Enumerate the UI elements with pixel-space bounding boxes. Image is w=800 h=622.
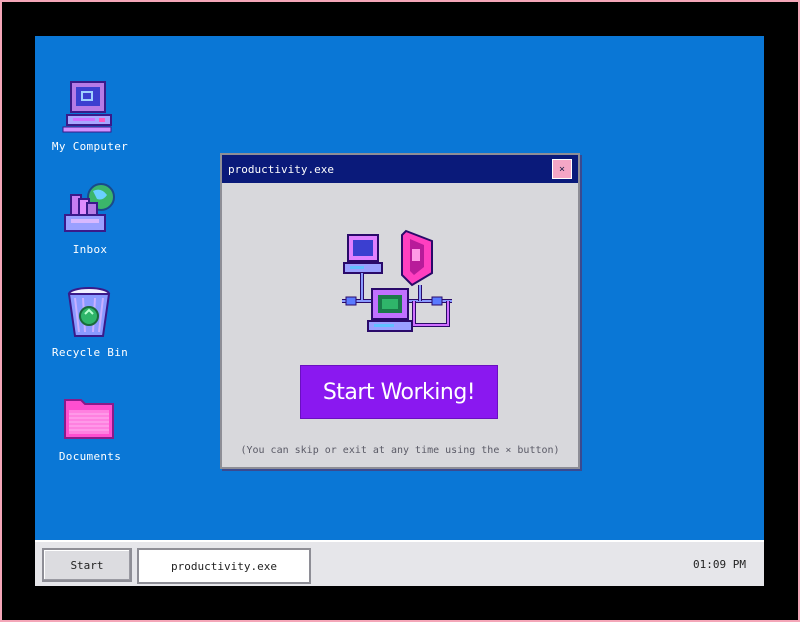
computer-icon: [62, 81, 112, 133]
start-working-button[interactable]: Start Working!: [300, 365, 498, 419]
productivity-window: productivity.exe × Start Working! (You c…: [220, 153, 580, 469]
close-button[interactable]: ×: [552, 159, 572, 179]
window-titlebar[interactable]: productivity.exe ×: [222, 155, 578, 183]
network-icon: [342, 229, 452, 332]
folder-icon: [64, 399, 114, 439]
desktop: My Computer Inbox Recycle Bin Documents …: [35, 36, 764, 586]
desktop-icon-documents[interactable]: Documents: [35, 388, 145, 463]
desktop-icon-recycle-bin[interactable]: Recycle Bin: [35, 284, 145, 359]
inbox-icon: [64, 183, 115, 232]
desktop-icon-my-computer[interactable]: My Computer: [35, 78, 145, 153]
desktop-icon-label: My Computer: [51, 140, 129, 153]
desktop-icon-label: Documents: [58, 450, 122, 463]
taskbar-item-productivity[interactable]: productivity.exe: [137, 548, 311, 584]
recycle-bin-icon: [67, 287, 111, 337]
hint-text: (You can skip or exit at any time using …: [240, 445, 560, 456]
close-icon: ×: [558, 163, 566, 175]
desktop-icon-inbox[interactable]: Inbox: [35, 181, 145, 256]
desktop-icon-label: Inbox: [72, 243, 108, 256]
desktop-icon-label: Recycle Bin: [51, 346, 129, 359]
window-title: productivity.exe: [228, 162, 334, 176]
taskbar: Start productivity.exe 01:09 PM: [35, 540, 764, 586]
clock: 01:09 PM: [693, 558, 746, 571]
start-button[interactable]: Start: [42, 548, 132, 582]
